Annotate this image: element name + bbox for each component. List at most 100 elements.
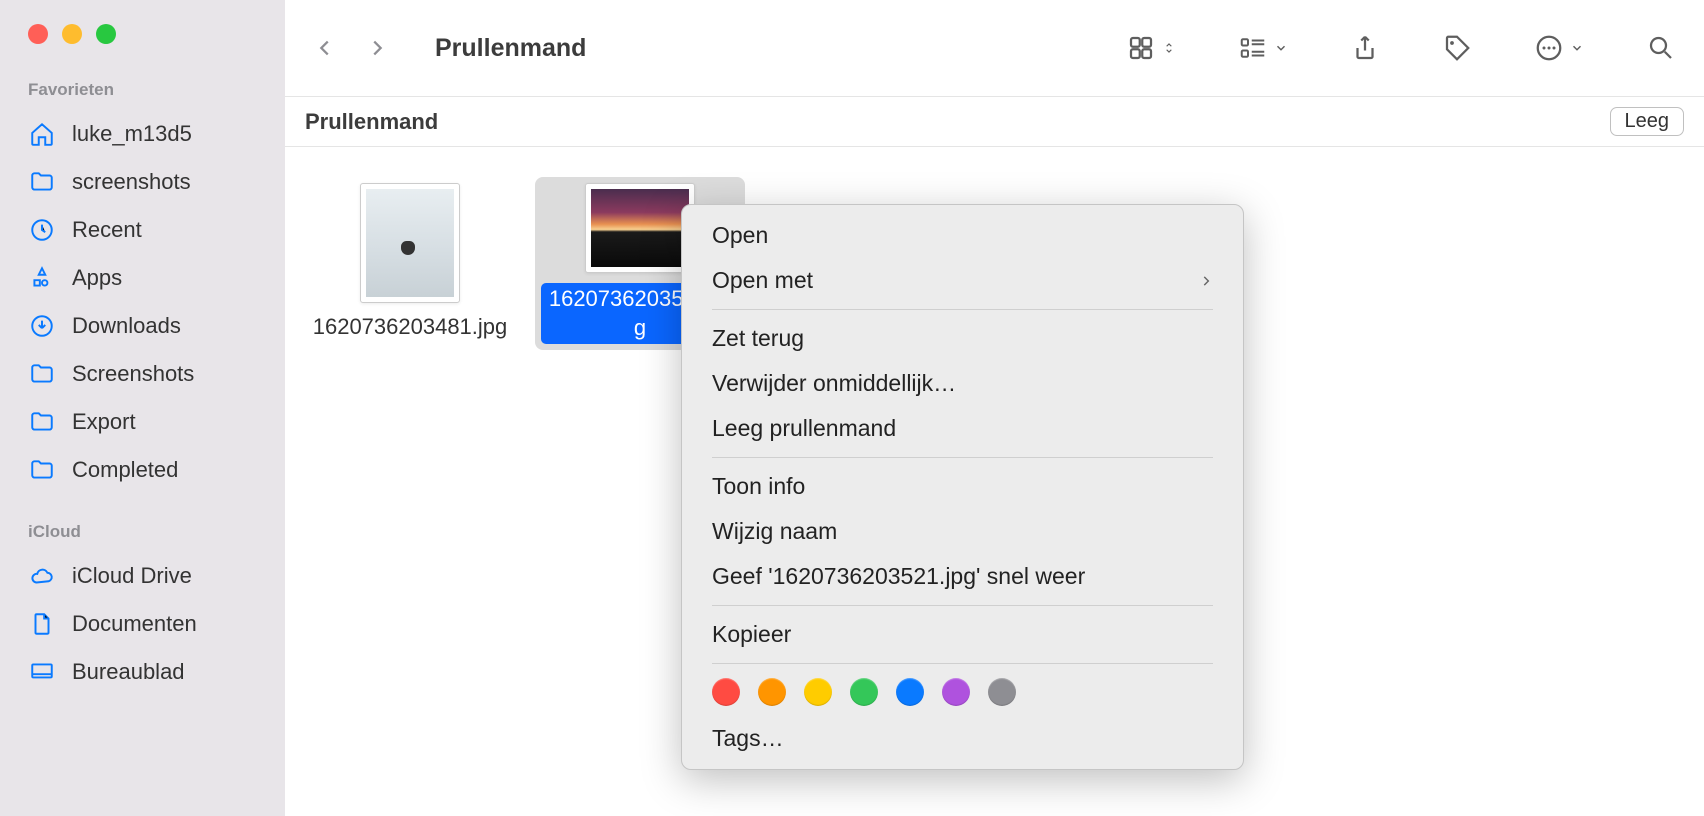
context-menu-item-label: Open — [712, 222, 768, 249]
sidebar-item[interactable]: Export — [0, 398, 285, 446]
tag-color-dot[interactable] — [850, 678, 878, 706]
context-menu-separator — [712, 663, 1213, 664]
fullscreen-window-button[interactable] — [96, 24, 116, 44]
context-menu-item[interactable]: Wijzig naam — [682, 509, 1243, 554]
sidebar-item[interactable]: Bureaublad — [0, 648, 285, 696]
sidebar-item[interactable]: Apps — [0, 254, 285, 302]
folder-icon — [28, 168, 56, 196]
context-menu-item-label: Kopieer — [712, 621, 791, 648]
tag-color-dot[interactable] — [712, 678, 740, 706]
view-grid-button[interactable] — [1126, 33, 1176, 63]
sidebar-item-label: iCloud Drive — [72, 563, 192, 589]
sidebar-item-label: Completed — [72, 457, 178, 483]
context-menu-separator — [712, 605, 1213, 606]
location-label: Prullenmand — [305, 109, 438, 135]
tag-color-dot[interactable] — [942, 678, 970, 706]
chevron-down-icon — [1274, 41, 1288, 55]
context-menu-item[interactable]: Zet terug — [682, 316, 1243, 361]
context-menu-item[interactable]: Tags… — [682, 716, 1243, 761]
sidebar-item-label: Downloads — [72, 313, 181, 339]
context-menu-separator — [712, 309, 1213, 310]
chevron-right-icon — [1199, 267, 1213, 294]
sidebar-item[interactable]: Screenshots — [0, 350, 285, 398]
grid-icon — [1126, 33, 1156, 63]
toolbar: Prullenmand — [285, 0, 1704, 96]
sidebar-item[interactable]: Recent — [0, 206, 285, 254]
tag-color-dot[interactable] — [804, 678, 832, 706]
sidebar-item-label: screenshots — [72, 169, 191, 195]
tag-icon — [1442, 33, 1472, 63]
share-icon — [1350, 33, 1380, 63]
sidebar-item[interactable]: Completed — [0, 446, 285, 494]
sidebar-item-label: Screenshots — [72, 361, 194, 387]
context-menu-item[interactable]: Verwijder onmiddellijk… — [682, 361, 1243, 406]
file-thumbnail — [585, 183, 695, 273]
folder-icon — [28, 456, 56, 484]
context-menu-item[interactable]: Geef '1620736203521.jpg' snel weer — [682, 554, 1243, 599]
more-actions-button[interactable] — [1534, 33, 1584, 63]
file-thumbnail — [360, 183, 460, 303]
tag-color-dot[interactable] — [758, 678, 786, 706]
share-button[interactable] — [1350, 33, 1380, 63]
tags-button[interactable] — [1442, 33, 1472, 63]
window-controls — [0, 24, 285, 80]
group-icon — [1238, 33, 1268, 63]
folder-icon — [28, 360, 56, 388]
context-menu-item-label: Leeg prullenmand — [712, 415, 896, 442]
context-menu-item[interactable]: Open — [682, 213, 1243, 258]
search-icon — [1646, 33, 1676, 63]
download-icon — [28, 312, 56, 340]
sidebar-item-label: Export — [72, 409, 136, 435]
folder-icon — [28, 408, 56, 436]
context-menu-item[interactable]: Leeg prullenmand — [682, 406, 1243, 451]
window-title: Prullenmand — [435, 34, 1118, 63]
desktop-icon — [28, 658, 56, 686]
clock-icon — [28, 216, 56, 244]
context-menu-item-label: Zet terug — [712, 325, 804, 352]
empty-trash-button[interactable]: Leeg — [1610, 107, 1685, 136]
file-item[interactable]: 1620736203481.jpg — [305, 177, 515, 348]
minimize-window-button[interactable] — [62, 24, 82, 44]
tag-color-dot[interactable] — [896, 678, 924, 706]
home-icon — [28, 120, 56, 148]
sidebar-section-header: Favorieten — [0, 80, 285, 110]
more-icon — [1534, 33, 1564, 63]
doc-icon — [28, 610, 56, 638]
sidebar-item[interactable]: luke_m13d5 — [0, 110, 285, 158]
sidebar-item-label: luke_m13d5 — [72, 121, 192, 147]
context-menu-item-label: Wijzig naam — [712, 518, 837, 545]
nav-forward-button[interactable] — [365, 36, 389, 60]
path-bar: Prullenmand Leeg — [285, 96, 1704, 147]
context-menu: Open Open met Zet terug Verwijder onmiddell… — [681, 204, 1244, 770]
sidebar-item[interactable]: Downloads — [0, 302, 285, 350]
updown-icon — [1162, 41, 1176, 55]
sidebar-item-label: Apps — [72, 265, 122, 291]
sidebar-item[interactable]: iCloud Drive — [0, 552, 285, 600]
context-menu-item-label: Geef '1620736203521.jpg' snel weer — [712, 563, 1085, 590]
context-menu-item-label: Verwijder onmiddellijk… — [712, 370, 956, 397]
file-name-label: 1620736203481.jpg — [313, 313, 508, 342]
context-menu-separator — [712, 457, 1213, 458]
apps-icon — [28, 264, 56, 292]
context-menu-item[interactable]: Kopieer — [682, 612, 1243, 657]
context-menu-tag-colors — [682, 670, 1243, 716]
context-menu-item-label: Tags… — [712, 725, 784, 752]
chevron-down-icon — [1570, 41, 1584, 55]
close-window-button[interactable] — [28, 24, 48, 44]
context-menu-item[interactable]: Toon info — [682, 464, 1243, 509]
sidebar-item[interactable]: screenshots — [0, 158, 285, 206]
nav-back-button[interactable] — [313, 36, 337, 60]
group-by-button[interactable] — [1238, 33, 1288, 63]
context-menu-item-label: Open met — [712, 267, 813, 294]
search-button[interactable] — [1646, 33, 1676, 63]
sidebar-section-header: iCloud — [0, 522, 285, 552]
sidebar-item[interactable]: Documenten — [0, 600, 285, 648]
sidebar-item-label: Bureaublad — [72, 659, 185, 685]
sidebar-item-label: Recent — [72, 217, 142, 243]
cloud-icon — [28, 562, 56, 590]
sidebar: Favorieten luke_m13d5 screenshots Recent App… — [0, 0, 285, 816]
context-menu-item[interactable]: Open met — [682, 258, 1243, 303]
sidebar-item-label: Documenten — [72, 611, 197, 637]
tag-color-dot[interactable] — [988, 678, 1016, 706]
context-menu-item-label: Toon info — [712, 473, 805, 500]
